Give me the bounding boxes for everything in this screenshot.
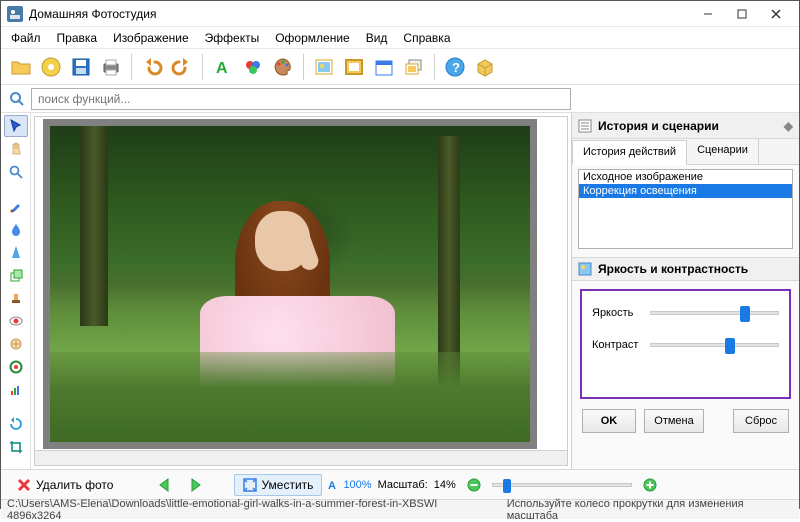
prev-image-button[interactable] xyxy=(154,473,178,497)
layers-icon[interactable] xyxy=(400,53,428,81)
tab-scenarios[interactable]: Сценарии xyxy=(687,139,759,164)
brightness-label: Яркость xyxy=(592,307,642,319)
section-title: Яркость и контрастность xyxy=(598,262,748,276)
searchbar xyxy=(1,85,799,113)
search-input[interactable] xyxy=(31,88,571,110)
menu-effects[interactable]: Эффекты xyxy=(199,29,266,47)
svg-text:A: A xyxy=(328,480,336,491)
tab-history[interactable]: История действий xyxy=(572,140,687,165)
contrast-slider[interactable] xyxy=(650,343,779,347)
zoom-100-button[interactable]: A 100% xyxy=(328,479,371,491)
contrast-label: Контраст xyxy=(592,339,642,351)
search-icon[interactable] xyxy=(7,89,27,109)
box-icon[interactable] xyxy=(471,53,499,81)
fit-button[interactable]: Уместить xyxy=(234,474,322,496)
sharpen-tool-icon[interactable] xyxy=(4,241,28,263)
bottom-toolbar: Удалить фото Уместить A 100% Масштаб: 14… xyxy=(1,469,799,499)
maximize-button[interactable] xyxy=(725,3,759,25)
frame-icon[interactable] xyxy=(340,53,368,81)
drop-tool-icon[interactable] xyxy=(4,218,28,240)
catalog-icon[interactable] xyxy=(37,53,65,81)
history-item[interactable]: Исходное изображение xyxy=(579,170,792,184)
status-path: C:\Users\AMS-Elena\Downloads\little-emot… xyxy=(7,498,487,522)
zoom-slider[interactable] xyxy=(492,483,632,487)
menu-decoration[interactable]: Оформление xyxy=(269,29,355,47)
left-toolbar xyxy=(1,113,31,469)
history-icon xyxy=(578,119,592,133)
palette-icon[interactable] xyxy=(269,53,297,81)
history-list[interactable]: Исходное изображение Коррекция освещения xyxy=(578,169,793,249)
levels-tool-icon[interactable] xyxy=(4,379,28,401)
collapse-icon[interactable]: ◆ xyxy=(784,119,793,133)
gradient-tool-icon[interactable] xyxy=(4,356,28,378)
window-title: Домашняя Фотостудия xyxy=(29,7,691,21)
zoom-in-button[interactable] xyxy=(638,473,662,497)
open-folder-icon[interactable] xyxy=(7,53,35,81)
undo-icon[interactable] xyxy=(138,53,166,81)
fit-label: Уместить xyxy=(261,478,313,492)
close-button[interactable] xyxy=(759,3,793,25)
stamp-tool-icon[interactable] xyxy=(4,287,28,309)
menu-help[interactable]: Справка xyxy=(397,29,456,47)
svg-text:A: A xyxy=(216,60,228,77)
statusbar: C:\Users\AMS-Elena\Downloads\little-emot… xyxy=(1,499,799,519)
text-icon[interactable]: A xyxy=(209,53,237,81)
fit-icon xyxy=(243,478,257,492)
menu-view[interactable]: Вид xyxy=(360,29,394,47)
menu-image[interactable]: Изображение xyxy=(107,29,195,47)
calendar-icon[interactable] xyxy=(370,53,398,81)
rotate-tool-icon[interactable] xyxy=(4,413,28,435)
scale-label: Масштаб: xyxy=(378,479,428,491)
brush-tool-icon[interactable] xyxy=(4,195,28,217)
panel-tabs: История действий Сценарии xyxy=(572,139,799,165)
minimize-button[interactable] xyxy=(691,3,725,25)
next-image-button[interactable] xyxy=(184,473,208,497)
main-toolbar: A ? xyxy=(1,49,799,85)
patch-tool-icon[interactable] xyxy=(4,333,28,355)
image-canvas[interactable] xyxy=(43,119,537,449)
svg-text:?: ? xyxy=(452,60,460,75)
ok-button[interactable]: OK xyxy=(582,409,636,433)
save-icon[interactable] xyxy=(67,53,95,81)
menu-file[interactable]: Файл xyxy=(5,29,47,47)
colors-icon[interactable] xyxy=(239,53,267,81)
redo-icon[interactable] xyxy=(168,53,196,81)
pointer-tool-icon[interactable] xyxy=(4,115,28,137)
photo-preview xyxy=(50,126,530,442)
menubar: Файл Правка Изображение Эффекты Оформлен… xyxy=(1,27,799,49)
panel-title: История и сценарии xyxy=(598,119,719,133)
zoom-tool-icon[interactable] xyxy=(4,161,28,183)
menu-edit[interactable]: Правка xyxy=(51,29,104,47)
right-panel: История и сценарии ◆ История действий Сц… xyxy=(571,113,799,469)
brightness-slider[interactable] xyxy=(650,311,779,315)
crop-tool-icon[interactable] xyxy=(4,436,28,458)
image1-icon[interactable] xyxy=(310,53,338,81)
scale-value: 14% xyxy=(434,479,456,491)
zoom-out-button[interactable] xyxy=(462,473,486,497)
clone-tool-icon[interactable] xyxy=(4,264,28,286)
reset-button[interactable]: Сброс xyxy=(733,409,789,433)
delete-photo-button[interactable]: Удалить фото xyxy=(7,473,122,497)
status-hint: Используйте колесо прокрутки для изменен… xyxy=(507,498,793,522)
history-item[interactable]: Коррекция освещения xyxy=(579,184,792,198)
delete-icon xyxy=(16,477,32,493)
delete-label: Удалить фото xyxy=(36,478,113,492)
brightness-section-icon xyxy=(578,262,592,276)
brightness-contrast-panel: Яркость Контраст xyxy=(580,289,791,399)
app-icon xyxy=(7,6,23,22)
redeye-tool-icon[interactable] xyxy=(4,310,28,332)
help-icon[interactable]: ? xyxy=(441,53,469,81)
canvas-area xyxy=(31,113,571,469)
hand-tool-icon[interactable] xyxy=(4,138,28,160)
print-icon[interactable] xyxy=(97,53,125,81)
cancel-button[interactable]: Отмена xyxy=(644,409,704,433)
horizontal-scrollbar[interactable] xyxy=(35,450,567,465)
